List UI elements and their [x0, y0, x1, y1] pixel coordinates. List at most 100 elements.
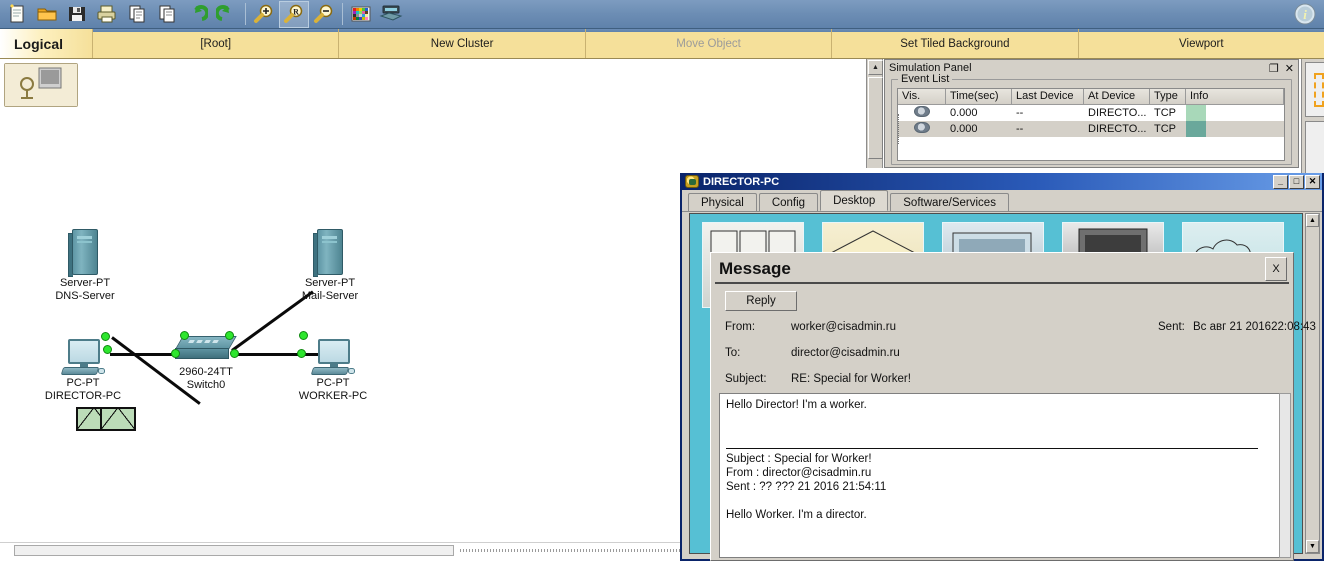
column-header-type[interactable]: Type [1150, 89, 1186, 105]
packet-tracer-device-icon [685, 175, 699, 188]
main-toolbar: R i [0, 0, 1324, 29]
table-row[interactable]: 0.000 -- DIRECTO... TCP [898, 121, 1284, 137]
column-header-last-device[interactable]: Last Device [1012, 89, 1084, 105]
print-icon[interactable] [92, 1, 122, 28]
device-type-label: PC-PT [66, 377, 100, 389]
director-pc-titlebar[interactable]: DIRECTOR-PC _ □ ✕ [682, 173, 1322, 190]
new-cluster-button[interactable]: New Cluster [338, 29, 584, 58]
time-cell: 0.000 [950, 123, 978, 135]
message-body[interactable]: Hello Director! I'm a worker. Subject : … [719, 393, 1287, 558]
at-device-cell: DIRECTO... [1088, 123, 1147, 135]
selection-marquee-icon [1314, 73, 1324, 107]
packet-envelope-2[interactable] [100, 407, 136, 431]
tab-desktop[interactable]: Desktop [820, 190, 889, 211]
view-tab-bar: Logical [Root] New Cluster Move Object S… [0, 29, 1324, 59]
device-name-label: DIRECTOR-PC [44, 390, 122, 402]
link-led-director [103, 345, 112, 354]
desktop-panel-vertical-scrollbar[interactable]: ▲ ▼ [1305, 213, 1320, 554]
scrollbar-thumb[interactable] [868, 77, 883, 159]
message-dialog-header: Message X [715, 256, 1289, 284]
device-name-label: Mail-Server [301, 290, 359, 302]
svg-text:R: R [293, 8, 299, 17]
table-row[interactable]: 0.000 -- DIRECTO... TCP [898, 105, 1284, 121]
scroll-up-icon[interactable]: ▲ [1306, 214, 1319, 227]
simulation-panel: Simulation Panel ❐ ✕ Event List Vis. Tim… [884, 59, 1299, 168]
event-list-label: Event List [898, 73, 953, 85]
event-tree-connector [898, 114, 912, 144]
custom-devices-icon[interactable] [376, 1, 406, 28]
server-icon [68, 229, 102, 277]
device-mail-server[interactable]: Server-PT Mail-Server [285, 229, 375, 303]
set-tiled-background-button[interactable]: Set Tiled Background [831, 29, 1077, 58]
palette-icon[interactable] [346, 1, 376, 28]
zoom-in-icon[interactable] [249, 1, 279, 28]
sent-value: Вс авг 21 201622:08:43 [1193, 321, 1316, 333]
tab-config[interactable]: Config [758, 193, 819, 211]
last-device-cell: -- [1016, 107, 1024, 119]
link-led-worker [297, 349, 306, 358]
switch-led-up-left [180, 331, 189, 340]
type-cell: TCP [1154, 107, 1176, 119]
switch-led-up-right [225, 331, 234, 340]
save-icon[interactable] [62, 1, 92, 28]
paste-icon[interactable] [152, 1, 182, 28]
director-pc-window[interactable]: DIRECTOR-PC _ □ ✕ Physical Config Deskto… [680, 173, 1324, 561]
simulation-panel-vertical-scrollbar[interactable]: ▲ [866, 59, 883, 168]
scroll-up-icon[interactable]: ▲ [868, 60, 883, 75]
eye-icon[interactable] [914, 106, 930, 117]
scroll-down-icon[interactable]: ▼ [1306, 540, 1319, 553]
info-icon[interactable]: i [1290, 1, 1320, 28]
device-switch0[interactable]: 2960-24TT Switch0 [170, 336, 242, 392]
message-body-scrollbar[interactable] [1279, 393, 1291, 558]
toolbar-separator-2 [342, 3, 343, 25]
device-director-pc[interactable]: PC-PT DIRECTOR-PC [38, 339, 128, 403]
message-dialog-title: Message [719, 259, 791, 278]
new-file-icon[interactable] [2, 1, 32, 28]
close-icon[interactable]: ✕ [1285, 62, 1294, 75]
zoom-out-icon[interactable] [309, 1, 339, 28]
column-header-vis[interactable]: Vis. [898, 89, 946, 105]
device-dns-server[interactable]: Server-PT DNS-Server [40, 229, 130, 303]
type-cell: TCP [1154, 123, 1176, 135]
server-icon [313, 229, 347, 277]
maximize-button[interactable]: □ [1289, 174, 1304, 189]
zoom-reset-icon[interactable]: R [279, 0, 309, 28]
scrollbar-thumb[interactable] [14, 545, 454, 556]
message-dialog[interactable]: Message X Reply From: worker@cisadmin.ru… [710, 252, 1316, 561]
event-list-table[interactable]: Vis. Time(sec) Last Device At Device Typ… [897, 88, 1285, 161]
subject-value: RE: Special for Worker! [791, 373, 911, 385]
redo-icon[interactable] [212, 1, 242, 28]
window-title: DIRECTOR-PC [703, 175, 780, 188]
reply-button[interactable]: Reply [725, 291, 797, 311]
column-header-time[interactable]: Time(sec) [946, 89, 1012, 105]
close-button[interactable]: ✕ [1305, 174, 1320, 189]
last-device-cell: -- [1016, 123, 1024, 135]
device-type-label: PC-PT [316, 377, 350, 389]
info-color-chip [1186, 105, 1206, 121]
device-name-label: DNS-Server [55, 290, 115, 302]
eye-icon[interactable] [914, 122, 930, 133]
undo-icon[interactable] [182, 1, 212, 28]
minimize-button[interactable]: _ [1273, 174, 1288, 189]
open-folder-icon[interactable] [32, 1, 62, 28]
breadcrumb-root[interactable]: [Root] [92, 29, 338, 58]
column-header-info[interactable]: Info [1186, 89, 1284, 105]
from-value: worker@cisadmin.ru [791, 321, 896, 333]
tab-software-services[interactable]: Software/Services [890, 193, 1009, 211]
device-name-label: WORKER-PC [298, 390, 368, 402]
column-header-at-device[interactable]: At Device [1084, 89, 1150, 105]
viewport-button[interactable]: Viewport [1077, 29, 1324, 58]
close-icon[interactable]: X [1265, 257, 1287, 281]
sent-label: Sent: [1158, 321, 1185, 333]
logical-view-thumbnail [4, 63, 78, 107]
view-mode-logical[interactable]: Logical [0, 29, 92, 58]
switch-led-left [171, 349, 180, 358]
subject-label: Subject: [725, 373, 767, 385]
device-type-label: 2960-24TT [179, 366, 233, 378]
copy-icon[interactable] [122, 1, 152, 28]
toolbar-separator-1 [245, 3, 246, 25]
restore-icon[interactable]: ❐ [1269, 62, 1279, 75]
time-cell: 0.000 [950, 107, 978, 119]
pc-icon [310, 339, 356, 377]
tab-physical[interactable]: Physical [688, 193, 757, 211]
